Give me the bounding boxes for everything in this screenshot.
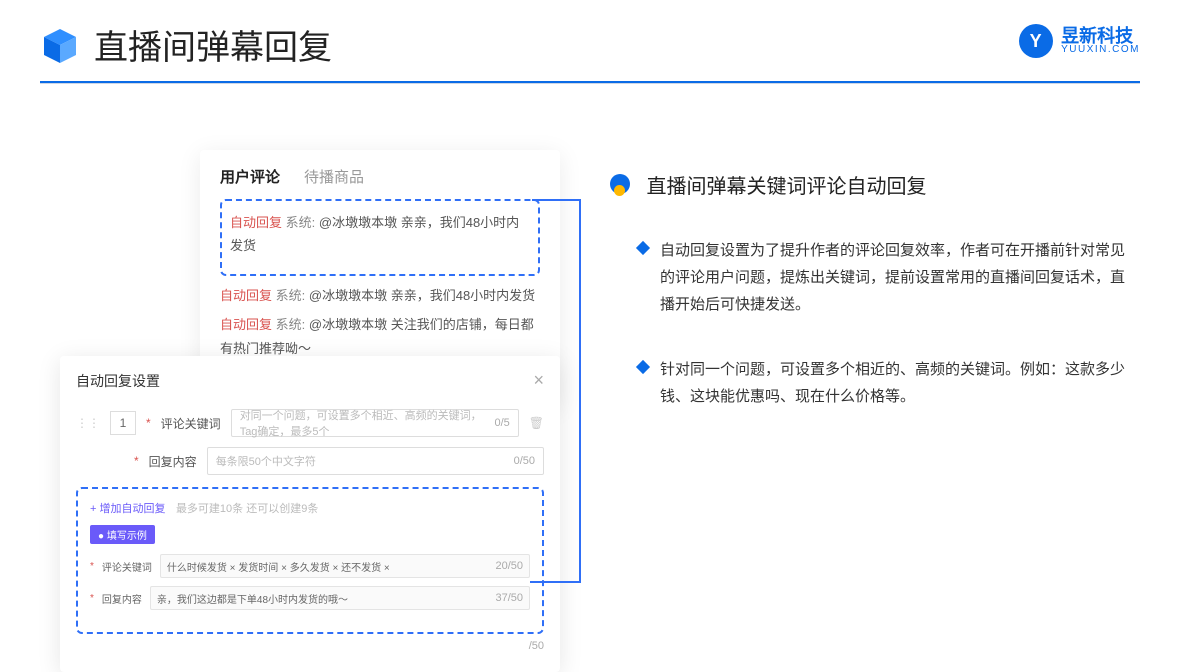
required-asterisk: * <box>146 416 151 430</box>
required-asterisk: * <box>134 454 139 468</box>
point-1: 自动回复设置为了提升作者的评论回复效率，作者可在开播前针对常见的评论用户问题，提… <box>610 237 1130 318</box>
bullet-icon <box>610 174 632 196</box>
brand-name-cn: 昱新科技 <box>1061 27 1140 45</box>
trash-icon[interactable]: 🗑 <box>529 416 544 430</box>
point-2: 针对同一个问题，可设置多个相近的、高频的关键词。例如：这款多少钱、这块能优惠吗、… <box>610 356 1130 410</box>
settings-header: 自动回复设置 × <box>76 370 544 391</box>
example-keyword-input[interactable]: 什么时候发货 × 发货时间 × 多久发货 × 还不发货 × 20/50 <box>160 554 530 578</box>
tab-pending-products[interactable]: 待播商品 <box>304 166 364 187</box>
tabs: 用户评论 待播商品 <box>220 166 540 187</box>
outer-counter: /50 <box>76 640 544 652</box>
right-panel: 直播间弹幕关键词评论自动回复 自动回复设置为了提升作者的评论回复效率，作者可在开… <box>610 170 1130 410</box>
tab-user-comments[interactable]: 用户评论 <box>220 166 280 187</box>
example-badge: ● 填写示例 <box>90 525 155 544</box>
index-box: 1 <box>110 411 136 435</box>
section-heading-row: 直播间弹幕关键词评论自动回复 <box>610 170 1130 199</box>
example-keyword-row: * 评论关键词 什么时候发货 × 发货时间 × 多久发货 × 还不发货 × 20… <box>90 554 530 578</box>
page-title: 直播间弹幕回复 <box>94 20 332 69</box>
keyword-row: ⋮⋮ 1 * 评论关键词 对同一个问题，可设置多个相近、高频的关键词，Tag确定… <box>76 409 544 437</box>
add-hint: 最多可建10条 还可以创建9条 <box>176 503 318 515</box>
point-2-text: 针对同一个问题，可设置多个相近的、高频的关键词。例如：这款多少钱、这块能优惠吗、… <box>660 356 1130 410</box>
header-divider <box>40 81 1140 84</box>
comment-line-3: 自动回复 系统: @冰墩墩本墩 关注我们的店铺，每日都有热门推荐呦～ <box>220 313 540 360</box>
comment-line-1: 自动回复 系统: @冰墩墩本墩 亲亲，我们48小时内发货 <box>230 211 530 258</box>
close-icon[interactable]: × <box>533 370 544 391</box>
content-label: 回复内容 <box>149 453 197 470</box>
section-title: 直播间弹幕关键词评论自动回复 <box>646 170 926 199</box>
cube-icon <box>40 25 80 65</box>
page-header: 直播间弹幕回复 <box>0 0 1180 69</box>
diamond-icon <box>636 360 650 374</box>
settings-title: 自动回复设置 <box>76 371 160 391</box>
mention: @冰墩墩本墩 <box>319 215 397 230</box>
brand-name-en: YUUXIN.COM <box>1061 45 1140 55</box>
drag-handle-icon[interactable]: ⋮⋮ <box>76 416 100 430</box>
system-prefix: 系统: <box>286 215 316 230</box>
example-group: + 增加自动回复 最多可建10条 还可以创建9条 ● 填写示例 * 评论关键词 … <box>76 487 544 634</box>
diamond-icon <box>636 241 650 255</box>
brand-logo: Y 昱新科技 YUUXIN.COM <box>1019 24 1140 58</box>
content-row: * 回复内容 每条限50个中文字符 0/50 <box>76 447 544 475</box>
add-auto-reply-link[interactable]: + 增加自动回复 <box>90 503 165 515</box>
example-content-row: * 回复内容 亲，我们这边都是下单48小时内发货的哦～ 37/50 <box>90 586 530 610</box>
content-input[interactable]: 每条限50个中文字符 0/50 <box>207 447 544 475</box>
settings-card: 自动回复设置 × ⋮⋮ 1 * 评论关键词 对同一个问题，可设置多个相近、高频的… <box>60 356 560 672</box>
comment-line-2: 自动回复 系统: @冰墩墩本墩 亲亲，我们48小时内发货 <box>220 284 540 307</box>
keyword-label: 评论关键词 <box>161 415 221 432</box>
highlighted-comment: 自动回复 系统: @冰墩墩本墩 亲亲，我们48小时内发货 <box>220 199 540 276</box>
brand-icon: Y <box>1012 17 1060 65</box>
example-content-input[interactable]: 亲，我们这边都是下单48小时内发货的哦～ 37/50 <box>150 586 530 610</box>
auto-reply-tag: 自动回复 <box>230 215 282 230</box>
point-1-text: 自动回复设置为了提升作者的评论回复效率，作者可在开播前针对常见的评论用户问题，提… <box>660 237 1130 318</box>
keyword-input[interactable]: 对同一个问题，可设置多个相近、高频的关键词，Tag确定，最多5个 0/5 <box>231 409 519 437</box>
